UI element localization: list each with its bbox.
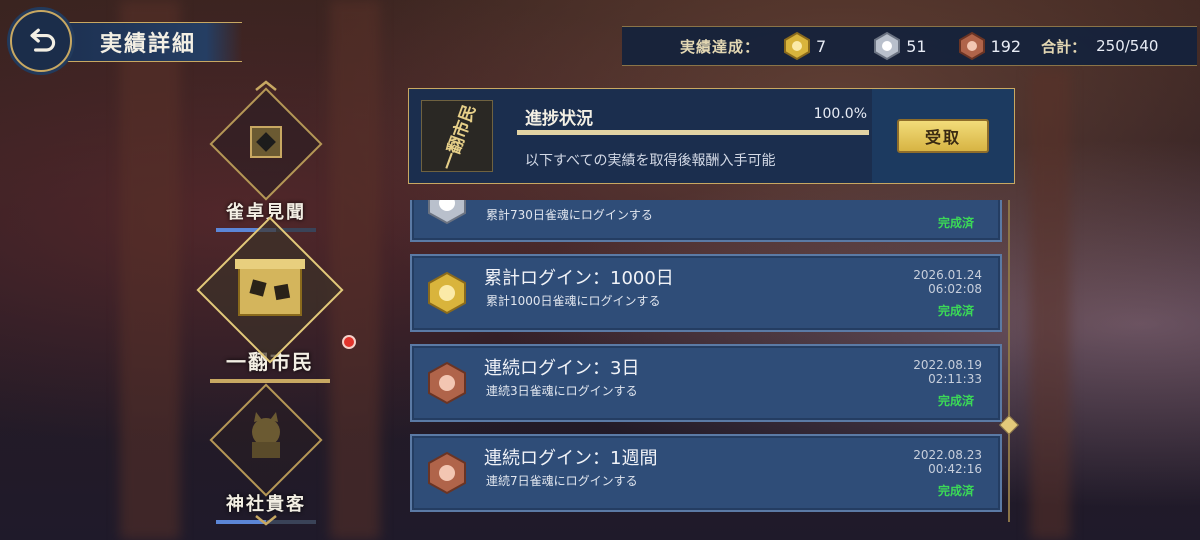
achievement-card: 累計730日雀魂にログインする 完成済: [410, 200, 1002, 242]
silver-medal-stat: 51: [872, 31, 927, 61]
gold-count: 7: [816, 36, 827, 56]
category-item-ippan-shimin[interactable]: 一翻市民: [190, 216, 350, 383]
achievement-date: 2022.08.19: [913, 358, 982, 372]
achievement-time: 00:42:16: [928, 462, 982, 476]
total-label: 合計：: [1041, 37, 1087, 56]
achievement-card: 累計ログイン：1000日 累計1000日雀魂にログインする 2026.01.24…: [410, 254, 1002, 332]
bronze-medal-icon: [957, 31, 987, 61]
scroll-down-arrow-icon[interactable]: [254, 514, 278, 526]
total-value: 250/540: [1096, 37, 1159, 55]
achievement-date: 2026.01.24: [913, 268, 982, 282]
shop-sign-icon: [235, 259, 305, 316]
bronze-medal-icon: [428, 451, 466, 495]
progress-title: 進捗状況: [525, 109, 593, 129]
claim-area: 受取: [872, 89, 1014, 183]
achievement-title: 連続ログイン：1週間: [484, 448, 658, 469]
bronze-medal-icon: [428, 361, 466, 405]
category-item-jinja-kikyaku[interactable]: 神社貴客: [196, 383, 336, 524]
achievement-description: 連続3日雀魂にログインする: [486, 384, 638, 398]
title-bar: 実績詳細: [64, 22, 242, 62]
mahjong-tile-icon: [250, 126, 282, 158]
reward-progress-panel: 一翻市民 進捗状況 100.0% 以下すべての実績を取得後報酬入手可能 受取: [408, 88, 1015, 184]
category-progress-bar: [210, 379, 330, 383]
scrollbar-track[interactable]: [1008, 200, 1010, 522]
page-title: 実績詳細: [100, 32, 197, 57]
achievement-date: 2022.08.23: [913, 448, 982, 462]
gold-medal-stat: 7: [782, 31, 826, 61]
achievement-status: 完成済: [937, 304, 974, 318]
progress-bar-fill: [517, 130, 869, 135]
achievement-time: 02:11:33: [928, 372, 982, 386]
lucky-cat-icon: [252, 412, 280, 458]
reward-thumbnail: 一翻市民: [421, 100, 493, 172]
progress-bar: [517, 130, 869, 135]
back-button[interactable]: [10, 10, 72, 72]
progress-percent: 100.0%: [813, 106, 867, 122]
progress-body: 進捗状況 100.0% 以下すべての実績を取得後報酬入手可能: [515, 100, 869, 172]
reward-thumbnail-text: 一翻市民: [438, 101, 481, 172]
achievement-status: 完成済: [937, 394, 974, 408]
achievement-timestamp: 2022.08.19 02:11:33: [913, 358, 982, 386]
scrollbar-thumb[interactable]: [999, 415, 1019, 435]
category-emblem: [209, 383, 323, 497]
achievement-list[interactable]: 累計730日雀魂にログインする 完成済 累計ログイン：1000日 累計1000日…: [410, 200, 1002, 520]
category-emblem: [209, 87, 323, 201]
silver-medal-icon: [872, 31, 902, 61]
achievement-title: 累計ログイン：1000日: [484, 268, 674, 289]
bronze-count: 192: [990, 36, 1022, 56]
achievement-status: 完成済: [937, 216, 974, 230]
notification-badge: [342, 335, 356, 349]
background-beam: [120, 0, 180, 540]
claim-button[interactable]: 受取: [897, 119, 989, 153]
category-item-jantaku-kenbun[interactable]: 雀卓見聞: [196, 87, 336, 232]
progress-description: 以下すべての実績を取得後報酬入手可能: [525, 153, 776, 169]
achievement-status: 完成済: [937, 484, 974, 498]
achievement-time: 06:02:08: [928, 282, 982, 296]
achievement-description: 連続7日雀魂にログインする: [486, 474, 638, 488]
gold-medal-icon: [428, 271, 466, 315]
achievement-card: 連続ログイン：3日 連続3日雀魂にログインする 2022.08.19 02:11…: [410, 344, 1002, 422]
silver-medal-icon: [428, 200, 466, 225]
bronze-medal-stat: 192: [957, 31, 1022, 61]
achievement-timestamp: 2022.08.23 00:42:16: [913, 448, 982, 476]
background-beam: [1030, 70, 1070, 540]
gold-medal-icon: [782, 31, 812, 61]
achievement-description: 累計1000日雀魂にログインする: [486, 294, 661, 308]
achievement-title: 連続ログイン：3日: [484, 358, 640, 379]
category-emblem-selected: [196, 216, 344, 364]
achievement-card: 連続ログイン：1週間 連続7日雀魂にログインする 2022.08.23 00:4…: [410, 434, 1002, 512]
achievement-timestamp: 2026.01.24 06:02:08: [913, 268, 982, 296]
achievement-stats-bar: 実績達成： 7 51 192 合計： 250/540: [622, 26, 1197, 66]
silver-count: 51: [906, 36, 927, 56]
achievement-description: 累計730日雀魂にログインする: [486, 208, 653, 222]
stats-label: 実績達成：: [680, 37, 761, 56]
back-arrow-icon: [30, 28, 56, 52]
